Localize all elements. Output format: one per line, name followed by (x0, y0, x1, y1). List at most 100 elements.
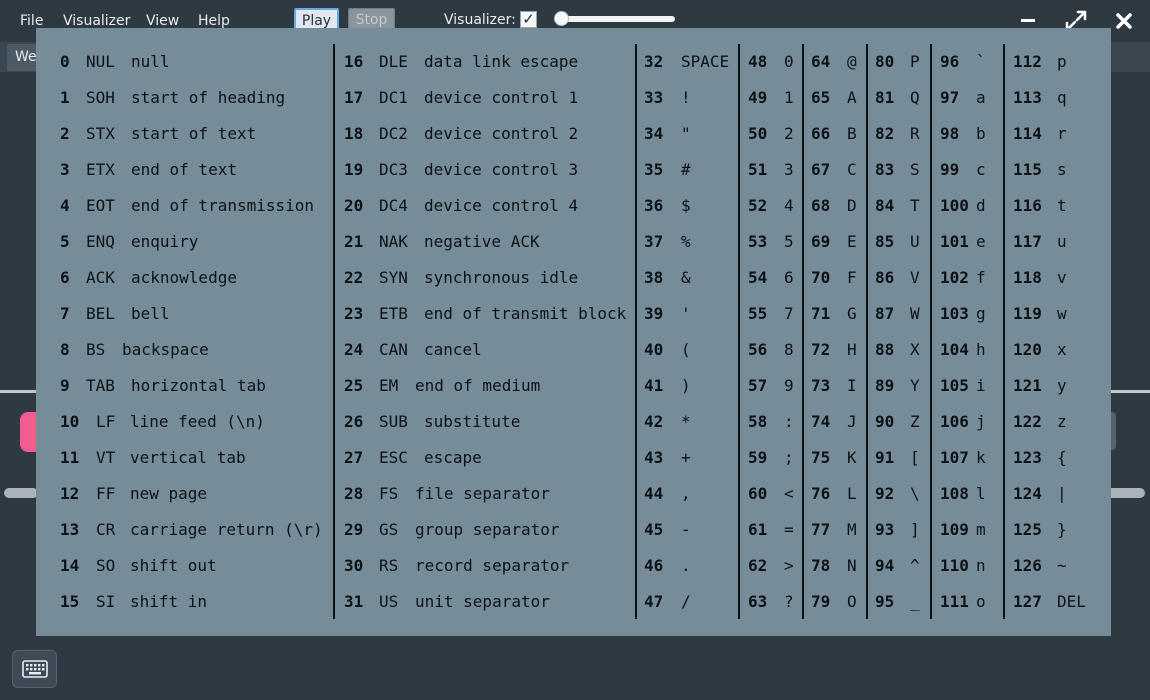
ascii-abbreviation: EM (379, 376, 399, 395)
ascii-description: acknowledge (131, 268, 237, 287)
ascii-code: 127 (1013, 592, 1042, 611)
ascii-code: 9 (60, 376, 70, 395)
ascii-code: 2 (60, 124, 70, 143)
ascii-abbreviation: ETB (379, 304, 408, 323)
ascii-character: y (1057, 376, 1067, 395)
ascii-code: 65 (811, 88, 831, 107)
ascii-code: 40 (644, 340, 664, 359)
ascii-description: bell (131, 304, 170, 323)
ascii-code: 86 (875, 268, 895, 287)
ascii-character: T (910, 196, 920, 215)
ascii-code: 105 (940, 376, 969, 395)
menu-visualizer[interactable]: Visualizer (63, 13, 130, 29)
ascii-code: 118 (1013, 268, 1042, 287)
ascii-code: 81 (875, 88, 895, 107)
ascii-character: \ (910, 484, 920, 503)
ascii-abbreviation: LF (96, 412, 116, 431)
ascii-code: 36 (644, 196, 664, 215)
ascii-character: E (847, 232, 857, 251)
ascii-character: 5 (784, 232, 794, 251)
ascii-code: 6 (60, 268, 70, 287)
ascii-code: 58 (748, 412, 768, 431)
ascii-description: device control 1 (424, 88, 579, 107)
ascii-code: 31 (344, 592, 364, 611)
slider-thumb[interactable] (554, 11, 569, 26)
ascii-code: 41 (644, 376, 664, 395)
background-scrollbar-right[interactable] (1105, 488, 1145, 498)
ascii-code: 56 (748, 340, 768, 359)
ascii-character: DEL (1057, 592, 1086, 611)
close-icon[interactable] (1112, 9, 1136, 33)
visualizer-checkbox[interactable]: ✓ (520, 11, 537, 28)
ascii-abbreviation: FF (96, 484, 116, 503)
ascii-description: vertical tab (130, 448, 246, 467)
ascii-abbreviation: TAB (86, 376, 115, 395)
keyboard-toggle-button[interactable] (12, 650, 57, 688)
ascii-code: 3 (60, 160, 70, 179)
ascii-code: 79 (811, 592, 831, 611)
ascii-description: carriage return (\r) (130, 520, 323, 539)
ascii-code: 121 (1013, 376, 1042, 395)
ascii-character: B (847, 124, 857, 143)
ascii-abbreviation: CR (96, 520, 116, 539)
ascii-code: 27 (344, 448, 364, 467)
ascii-code: 67 (811, 160, 831, 179)
ascii-code: 10 (60, 412, 80, 431)
ascii-code: 18 (344, 124, 364, 143)
ascii-character: : (784, 412, 794, 431)
ascii-character: ( (681, 340, 691, 359)
ascii-character: / (681, 592, 691, 611)
ascii-character: [ (910, 448, 920, 467)
visualizer-slider[interactable] (554, 11, 675, 26)
ascii-code: 77 (811, 520, 831, 539)
ascii-character: K (847, 448, 857, 467)
ascii-description: device control 2 (424, 124, 579, 143)
ascii-code: 95 (875, 592, 895, 611)
ascii-character: > (784, 556, 794, 575)
ascii-code: 45 (644, 520, 664, 539)
ascii-character: Z (910, 412, 920, 431)
ascii-abbreviation: STX (86, 124, 115, 143)
ascii-character: G (847, 304, 857, 323)
ascii-code: 52 (748, 196, 768, 215)
ascii-character: W (910, 304, 920, 323)
menu-file[interactable]: File (20, 13, 43, 29)
ascii-code: 59 (748, 448, 768, 467)
slider-track (554, 16, 675, 22)
ascii-description: device control 3 (424, 160, 579, 179)
ascii-character: p (1057, 52, 1067, 71)
ascii-character: " (681, 124, 691, 143)
ascii-code: 112 (1013, 52, 1042, 71)
ascii-code: 54 (748, 268, 768, 287)
ascii-character: c (976, 160, 986, 179)
ascii-code: 63 (748, 592, 768, 611)
ascii-code: 23 (344, 304, 364, 323)
ascii-code: 76 (811, 484, 831, 503)
menu-help[interactable]: Help (198, 13, 230, 29)
ascii-code: 26 (344, 412, 364, 431)
ascii-code: 109 (940, 520, 969, 539)
background-scrollbar-left[interactable] (4, 488, 38, 498)
ascii-character: b (976, 124, 986, 143)
ascii-code: 103 (940, 304, 969, 323)
ascii-abbreviation: ENQ (86, 232, 115, 251)
ascii-character: 3 (784, 160, 794, 179)
ascii-description: shift in (130, 592, 208, 611)
ascii-code: 69 (811, 232, 831, 251)
ascii-abbreviation: BS (86, 340, 106, 359)
ascii-character: o (976, 592, 986, 611)
ascii-character: V (910, 268, 920, 287)
ascii-character: k (976, 448, 986, 467)
ascii-code: 93 (875, 520, 895, 539)
ascii-code: 75 (811, 448, 831, 467)
ascii-code: 19 (344, 160, 364, 179)
ascii-code: 98 (940, 124, 960, 143)
ascii-abbreviation: SI (96, 592, 116, 611)
column-separator (1003, 44, 1005, 619)
ascii-code: 37 (644, 232, 664, 251)
menu-view[interactable]: View (146, 13, 179, 29)
ascii-code: 120 (1013, 340, 1042, 359)
ascii-code: 94 (875, 556, 895, 575)
ascii-code: 104 (940, 340, 969, 359)
ascii-character: | (1057, 484, 1067, 503)
